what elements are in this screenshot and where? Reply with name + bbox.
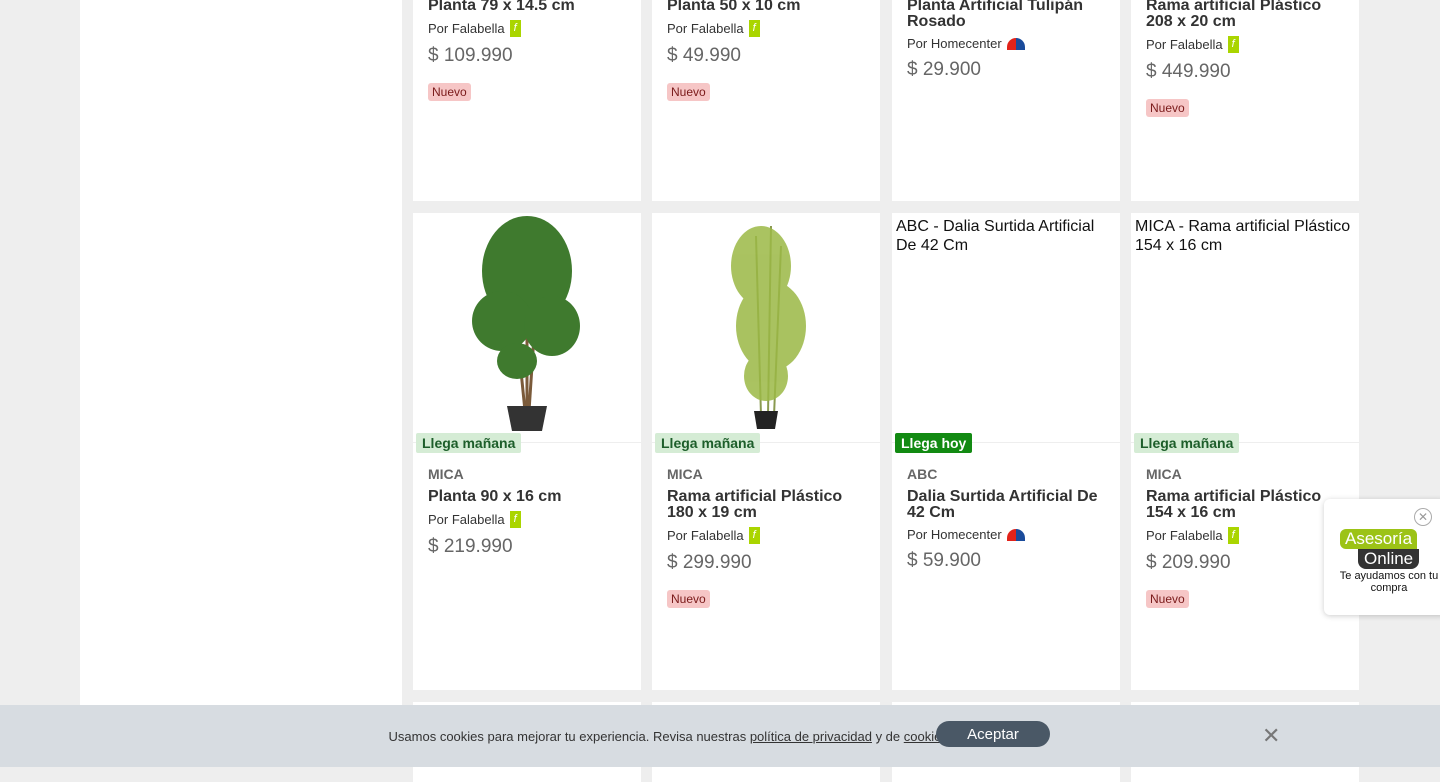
new-badge: Nuevo	[667, 83, 710, 101]
product-card[interactable]: Llega mañana MICA Planta 90 x 16 cm Por …	[413, 213, 641, 690]
filters-sidebar	[80, 0, 402, 705]
product-image[interactable]	[413, 213, 641, 443]
image-alt-text: MICA - Rama artificial Plástico 154 x 16…	[1135, 218, 1351, 254]
product-image[interactable]	[652, 213, 880, 443]
product-title[interactable]: Rama artificial Plástico 180 x 19 cm	[667, 489, 868, 521]
price: $ 449.990	[1146, 61, 1231, 82]
seller: Por Falabella f	[667, 527, 868, 544]
falabella-icon: f	[509, 511, 521, 528]
falabella-icon: f	[509, 20, 521, 37]
product-title[interactable]: Planta Artificial Tulipán Rosado	[907, 0, 1108, 30]
seller: Por Falabella f	[1146, 36, 1347, 53]
product-image[interactable]: MICA - Rama artificial Plástico 154 x 16…	[1131, 213, 1359, 443]
delivery-badge: Llega mañana	[655, 433, 761, 453]
price: $ 59.900	[907, 550, 981, 571]
cookie-text: Usamos cookies para mejorar tu experienc…	[388, 728, 952, 744]
brand: MICA	[1146, 466, 1182, 482]
price: $ 209.990	[1146, 552, 1231, 573]
close-icon[interactable]: ✕	[1262, 723, 1280, 749]
close-icon[interactable]: ✕	[1414, 508, 1432, 526]
seller: Por Homecenter	[907, 36, 1108, 51]
price: $ 299.990	[667, 552, 752, 573]
product-title[interactable]: Planta 50 x 10 cm	[667, 0, 868, 14]
falabella-icon: f	[748, 20, 760, 37]
advisor-subtitle: Te ayudamos con tu compra	[1339, 570, 1439, 594]
new-badge: Nuevo	[1146, 99, 1189, 117]
product-card[interactable]: Llega mañana MICA Rama artificial Plásti…	[652, 213, 880, 690]
new-badge: Nuevo	[667, 590, 710, 608]
accept-cookies-button[interactable]: Aceptar	[936, 721, 1050, 747]
advisor-logo-line1: Asesoría	[1340, 529, 1418, 549]
delivery-badge: Llega hoy	[895, 433, 973, 453]
product-title[interactable]: Rama artificial Plástico 208 x 20 cm	[1146, 0, 1347, 30]
product-card[interactable]: Rama artificial Plástico 208 x 20 cm Por…	[1131, 0, 1359, 201]
product-title[interactable]: Rama artificial Plástico 154 x 16 cm	[1146, 489, 1347, 521]
seller: Por Falabella f	[667, 20, 868, 37]
new-badge: Nuevo	[1146, 590, 1189, 608]
brand: ABC	[907, 466, 938, 482]
plant-image	[472, 216, 580, 431]
homecenter-icon	[1006, 528, 1025, 541]
product-card[interactable]: Planta 79 x 14.5 cm Por Falabella f $ 109…	[413, 0, 641, 201]
product-title[interactable]: Planta 90 x 16 cm	[428, 489, 629, 505]
price: $ 49.990	[667, 45, 741, 66]
seller: Por Falabella f	[428, 20, 629, 37]
advisor-logo-line2: Online	[1358, 549, 1420, 569]
new-badge: Nuevo	[428, 83, 471, 101]
product-card[interactable]: Planta 50 x 10 cm Por Falabella f $ 49.99…	[652, 0, 880, 201]
bamboo-image	[731, 225, 806, 429]
product-image[interactable]: ABC - Dalia Surtida Artificial De 42 Cm	[892, 213, 1120, 443]
seller: Por Homecenter	[907, 527, 1108, 542]
delivery-badge: Llega mañana	[416, 433, 522, 453]
product-card[interactable]: MICA - Rama artificial Plástico 154 x 16…	[1131, 213, 1359, 690]
delivery-badge: Llega mañana	[1134, 433, 1240, 453]
seller: Por Falabella f	[1146, 527, 1347, 544]
brand: MICA	[428, 466, 464, 482]
falabella-icon: f	[1227, 527, 1239, 544]
privacy-policy-link[interactable]: política de privacidad	[750, 729, 872, 744]
brand: MICA	[667, 466, 703, 482]
falabella-icon: f	[748, 527, 760, 544]
image-alt-text: ABC - Dalia Surtida Artificial De 42 Cm	[896, 218, 1095, 254]
product-title[interactable]: Dalia Surtida Artificial De 42 Cm	[907, 489, 1108, 521]
product-card[interactable]: Planta Artificial Tulipán Rosado Por Hom…	[892, 0, 1120, 201]
product-title[interactable]: Planta 79 x 14.5 cm	[428, 0, 629, 14]
online-advisor-widget[interactable]: ✕ Asesoría Online Te ayudamos con tu com…	[1324, 499, 1440, 615]
price: $ 29.900	[907, 59, 981, 80]
seller: Por Falabella f	[428, 511, 629, 528]
price: $ 219.990	[428, 536, 513, 557]
homecenter-icon	[1006, 37, 1025, 50]
price: $ 109.990	[428, 45, 513, 66]
product-card[interactable]: ABC - Dalia Surtida Artificial De 42 Cm …	[892, 213, 1120, 690]
falabella-icon: f	[1227, 36, 1239, 53]
cookie-banner: Usamos cookies para mejorar tu experienc…	[0, 705, 1440, 767]
